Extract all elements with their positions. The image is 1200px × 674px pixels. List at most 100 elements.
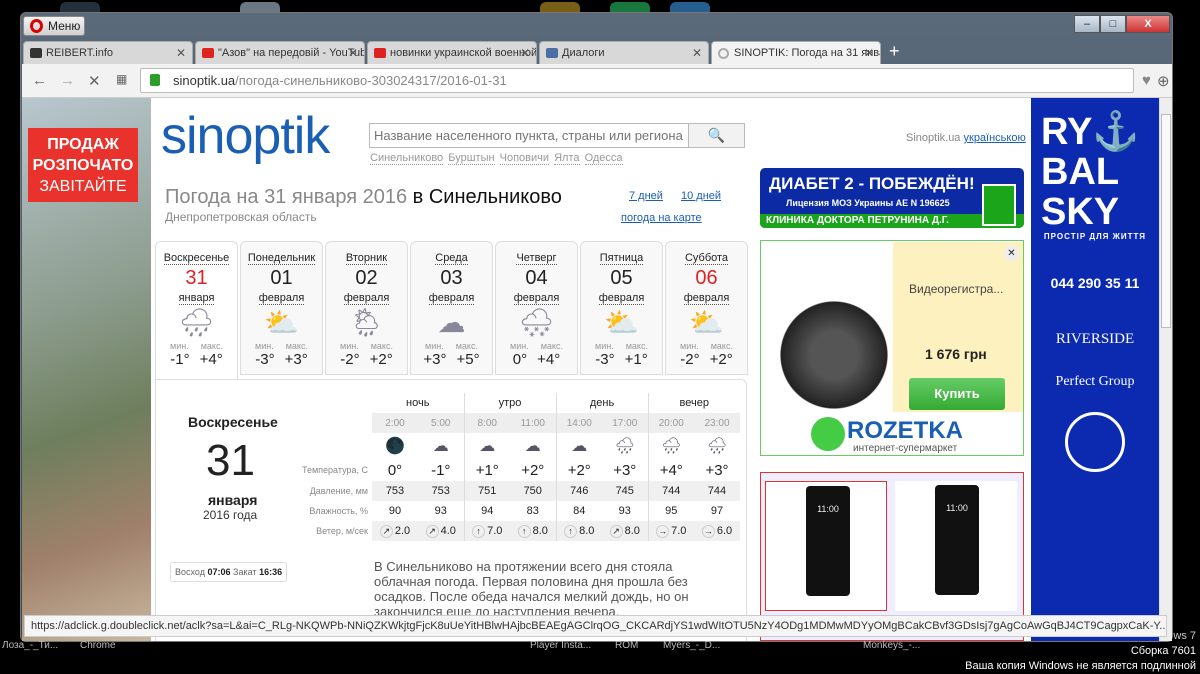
tab[interactable]: "Азов" на передовій - YouTube ✕ [195,41,365,64]
rozetka-ad[interactable]: Видеорегистра... 1 676 грн Купить ✕ ROZE… [760,240,1024,456]
link-weather-map[interactable]: погода на карте [621,212,702,224]
min-temp: -3° [595,351,615,368]
ad-title: ДИАБЕТ 2 - ПОБЕЖДЁН! [769,174,975,193]
ukrainian-link[interactable]: українською [964,132,1026,144]
link-7-days[interactable]: 7 дней [629,190,663,202]
close-tab-icon[interactable]: ✕ [692,42,702,64]
rybalsky-logo: RY⚓ BAL SKY [1031,112,1159,232]
taskbar-item[interactable]: Chrome [80,640,116,651]
minimize-button[interactable]: – [1074,15,1100,33]
tab[interactable]: новинки украинской военной ✕ [367,41,537,64]
day-tab[interactable]: Понедельник 01 февраля ⛅ мин. макс. -3° +3… [240,241,323,375]
max-label: макс. [370,341,393,351]
logo-line: SKY [1041,191,1120,233]
sun-times: Восход 07:06 Закат 16:36 [170,562,288,582]
day-month: февраля [598,292,645,305]
diabet-ad[interactable]: ДИАБЕТ 2 - ПОБЕЖДЁН! Лицензия МОЗ Украин… [760,168,1024,228]
max-label: макс. [455,341,478,351]
pressure-value: 753 [418,481,464,501]
day-detail: Воскресенье 31 января 2016 года Восход 0… [155,379,747,641]
quick-link[interactable]: Одесса [584,152,623,165]
search-icon: 🔍 [707,127,726,143]
tab-active[interactable]: SINOPTIK: Погода на 31 января ✕ [711,41,881,64]
day-tab[interactable]: Среда 03 февраля ☁ мин. макс. +3° +5° [410,241,493,375]
scrollbar[interactable] [1159,98,1172,641]
title-city: в Синельниково [412,186,562,208]
day-name: Суббота [684,252,729,265]
bookmark-heart-icon[interactable]: ♥ [1142,72,1151,89]
left-ad-background[interactable]: ПРОДАЖ РОЗПОЧАТО ЗАВІТАЙТЕ [22,98,151,641]
phone-product[interactable]: 11:00 [895,481,1017,611]
quick-link[interactable]: Чоповичи [499,152,550,165]
quick-link[interactable]: Синельниково [370,152,444,165]
phone-image: 11:00 [806,486,850,596]
temp-value: +3° [613,461,637,479]
page-title: Погода на 31 января 2016 в Синельниково [165,186,562,209]
day-month: января [178,292,215,305]
promo-ad[interactable]: ПРОДАЖ РОЗПОЧАТО ЗАВІТАЙТЕ [28,128,138,202]
period-label: день [555,393,648,413]
quick-link[interactable]: Бурштын [448,152,495,165]
wind-cell: → 6.0 [694,521,740,541]
maximize-button[interactable]: □ [1100,15,1126,33]
hour-time: 8:00 [463,413,510,433]
link-10-days[interactable]: 10 дней [681,190,721,202]
loading-spinner-icon [718,48,729,59]
close-tab-icon[interactable]: ✕ [864,42,874,64]
taskbar-item[interactable]: ROM [615,640,638,651]
sinoptik-logo[interactable]: sinoptik [161,110,330,162]
ad-license: Лицензия МОЗ Украины АЕ N 196625 [786,198,950,208]
close-window-button[interactable]: X [1126,15,1170,33]
search-button[interactable]: 🔍 [688,124,744,147]
taskbar-item[interactable]: Monkeys_-... [863,640,920,651]
day-tab[interactable]: Суббота 06 февраля ⛅ мин. макс. -2° +2° [665,241,748,375]
day-name: Среда [435,252,468,265]
youtube-icon [374,48,386,58]
opera-menu-button[interactable]: Меню [23,16,85,36]
day-date: 06 [695,267,718,289]
search-input[interactable] [370,124,688,147]
hour-time: 23:00 [694,413,740,433]
close-tab-icon[interactable]: ✕ [520,42,530,64]
humidity-value: 90 [388,505,402,517]
taskbar-item[interactable]: Player Insta... [530,640,591,651]
cloud-rain-icon: 🌧 [178,307,215,338]
min-temp: -1° [170,351,190,368]
quick-link[interactable]: Ялта [554,152,580,165]
temp-value: +3° [705,461,729,479]
title-date: Погода на 31 января 2016 [165,186,408,208]
rybalsky-ad[interactable]: RY⚓ BAL SKY ПРОСТІР ДЛЯ ЖИТТЯ 044 290 35 1… [1031,98,1159,641]
new-tab-button[interactable]: + [889,41,900,64]
scrollbar-thumb[interactable] [1161,114,1171,328]
day-name: Четверг [516,252,557,265]
buy-button[interactable]: Купить [909,378,1005,410]
day-tab[interactable]: Пятница 05 февраля ⛅ мин. макс. -3° +1° [580,241,663,375]
hour-time: 5:00 [418,413,464,433]
max-temp: +3° [284,351,308,368]
tab[interactable]: Диалоги ✕ [539,41,709,64]
opera-logo-icon [30,19,43,33]
back-button[interactable]: ← [32,72,47,89]
speed-dial-icon[interactable]: ▦ [116,72,127,86]
close-ad-icon[interactable]: ✕ [1004,246,1019,261]
stop-button[interactable]: ✕ [88,72,101,90]
day-tab[interactable]: Вторник 02 февраля 🌦 мин. макс. -2° +2° [325,241,408,375]
close-tab-icon[interactable]: ✕ [348,42,358,64]
address-bar[interactable]: sinoptik.ua/погода-синельниково-30302431… [140,68,1134,93]
forward-button[interactable]: → [60,72,75,89]
download-icon[interactable]: ⊕ [1157,72,1170,90]
sun-cloud-rain-icon: 🌦 [348,307,385,338]
hour-time: 14:00 [555,413,602,433]
day-tab[interactable]: Воскресенье 31 января 🌧 мин. макс. -1° +4° [155,241,238,387]
tab[interactable]: REIBERT.info ✕ [23,41,193,64]
close-tab-icon[interactable]: ✕ [176,42,186,64]
phone-product[interactable]: 11:00 [765,481,887,611]
max-temp: +4° [537,351,561,368]
day-tab[interactable]: Четверг 04 февраля 🌨 мин. макс. 0° +4° [495,241,578,375]
windows-notice: Ваша копия Windows не является подлинной [965,660,1196,672]
wind-direction-icon: → [701,524,715,538]
taskbar-item[interactable]: Myers_-_D... [663,640,720,651]
cloud-icon: ☁ [555,433,602,459]
taskbar-item[interactable]: Лоза_-_Ти... [2,640,58,651]
min-label: мин. [340,341,359,351]
